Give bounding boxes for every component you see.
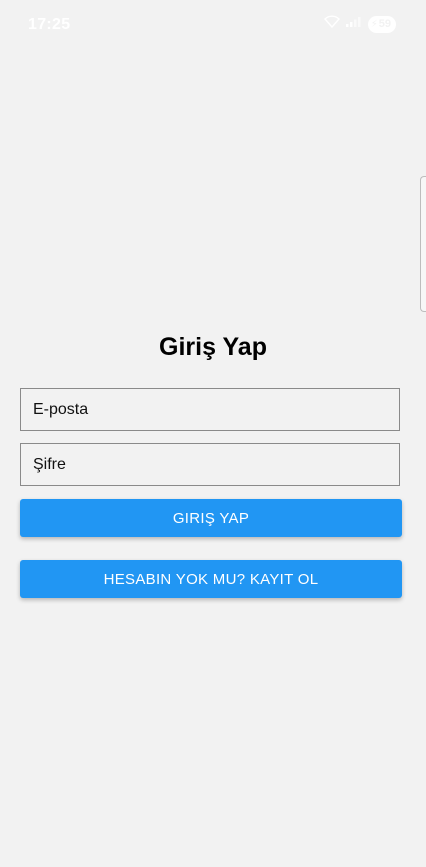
email-field[interactable] xyxy=(20,388,400,431)
edge-panel-handle[interactable] xyxy=(420,176,426,312)
app-screen: 17:25 ⚡ 59 Giriş Yap E-posta GIRIŞ YAP H… xyxy=(0,0,426,867)
status-bar: 17:25 ⚡ 59 xyxy=(0,0,426,50)
battery-icon: ⚡ 59 xyxy=(367,15,396,33)
page-title: Giriş Yap xyxy=(159,333,267,361)
charging-icon: ⚡ xyxy=(370,18,378,30)
battery-level: 59 xyxy=(378,18,391,30)
register-button[interactable]: HESABIN YOK MU? KAYIT OL xyxy=(20,560,402,598)
status-icons: ⚡ 59 xyxy=(323,15,396,33)
login-button[interactable]: GIRIŞ YAP xyxy=(20,499,402,537)
signal-icon xyxy=(345,15,363,33)
password-field[interactable] xyxy=(20,443,400,486)
wifi-icon xyxy=(323,15,340,33)
status-time: 17:25 xyxy=(28,16,71,33)
